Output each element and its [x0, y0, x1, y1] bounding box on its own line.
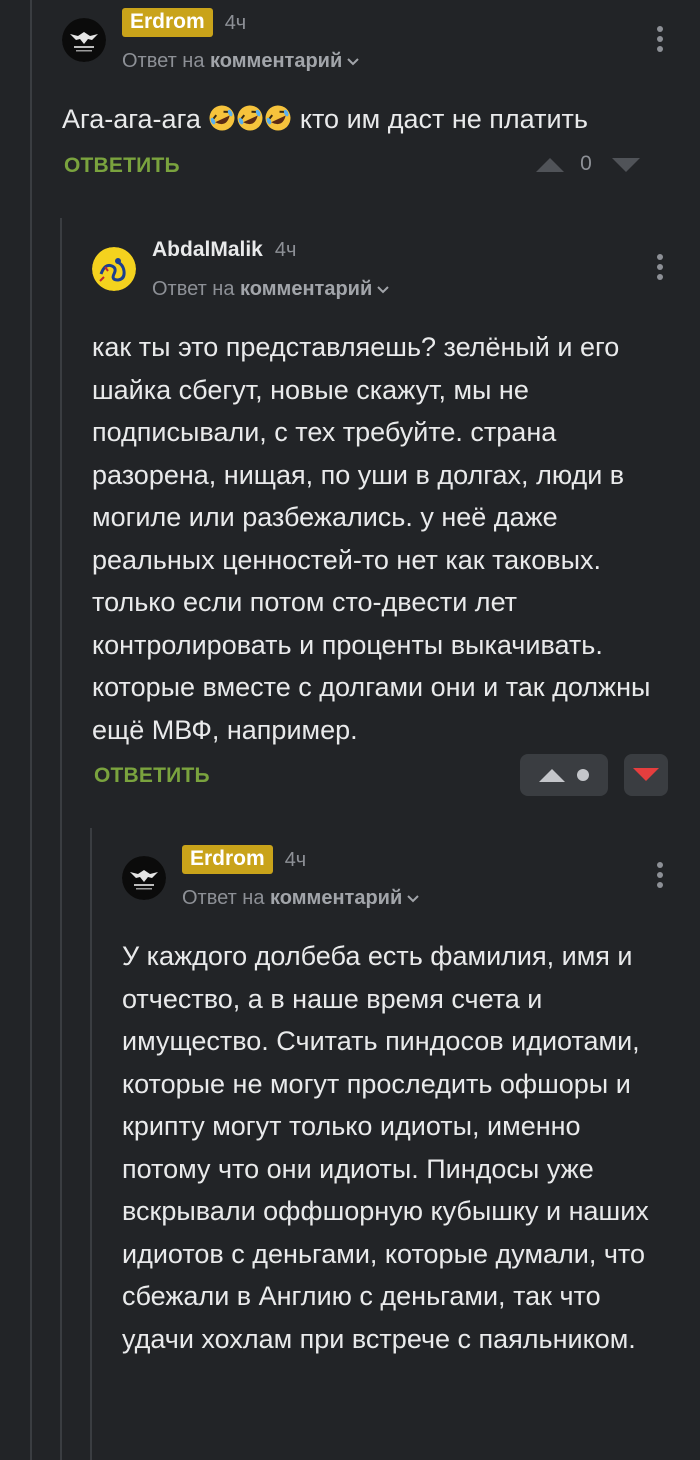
- vote-score: 0: [580, 152, 592, 175]
- more-options-icon[interactable]: [655, 254, 665, 280]
- chevron-down-icon: [377, 286, 389, 294]
- upvote-icon[interactable]: [536, 155, 564, 173]
- more-options-icon[interactable]: [655, 862, 665, 888]
- reply-to-target[interactable]: комментарий: [270, 887, 402, 909]
- thread-line-level-3: [90, 828, 92, 1460]
- downvote-box[interactable]: [624, 754, 668, 796]
- chevron-down-icon: [407, 895, 419, 903]
- reply-to-link[interactable]: Ответ на комментарий: [122, 49, 360, 73]
- comment-text: У каждого долбеба есть фамилия, имя и от…: [122, 941, 649, 1354]
- thread-line-level-2: [60, 218, 62, 1460]
- comment-time: 4ч: [274, 239, 297, 261]
- upvote-box[interactable]: [520, 754, 608, 796]
- reply-to-prefix: Ответ на: [182, 887, 265, 909]
- comment-time: 4ч: [224, 11, 247, 34]
- upvote-icon[interactable]: [539, 767, 565, 783]
- rolling-on-floor-laughing-icon: [237, 105, 263, 131]
- author-name[interactable]: AbdalMalik: [152, 238, 263, 262]
- downvote-icon[interactable]: [612, 155, 640, 173]
- eagle-emblem-icon: [62, 18, 106, 62]
- reply-to-target[interactable]: комментарий: [210, 50, 342, 72]
- score-dot-icon: [577, 769, 589, 781]
- comment-text: Ага-ага-ага кто им даст не платить: [62, 98, 588, 141]
- comment-text: как ты это представляешь? зелёный и его …: [92, 332, 651, 745]
- chevron-down-icon: [347, 58, 359, 66]
- avatar[interactable]: [62, 18, 106, 62]
- avatar[interactable]: [92, 247, 136, 291]
- rolling-on-floor-laughing-icon: [265, 105, 291, 131]
- author-name[interactable]: Erdrom: [122, 8, 213, 37]
- downvote-icon[interactable]: [633, 767, 659, 783]
- reply-to-prefix: Ответ на: [122, 50, 205, 72]
- rolling-on-floor-laughing-icon: [209, 105, 235, 131]
- thread-line-level-1: [30, 0, 32, 1460]
- reply-button[interactable]: ОТВЕТИТЬ: [94, 764, 210, 788]
- dragon-icon: [92, 247, 136, 291]
- avatar[interactable]: [122, 856, 166, 900]
- reply-to-link[interactable]: Ответ на комментарий: [182, 886, 420, 910]
- reply-button[interactable]: ОТВЕТИТЬ: [64, 154, 180, 178]
- more-options-icon[interactable]: [655, 26, 665, 52]
- eagle-emblem-icon: [122, 856, 166, 900]
- reply-to-target[interactable]: комментарий: [240, 278, 372, 300]
- comment-time: 4ч: [284, 848, 307, 871]
- author-name[interactable]: Erdrom: [182, 845, 273, 874]
- reply-to-prefix: Ответ на: [152, 278, 235, 300]
- reply-to-link[interactable]: Ответ на комментарий: [152, 277, 390, 301]
